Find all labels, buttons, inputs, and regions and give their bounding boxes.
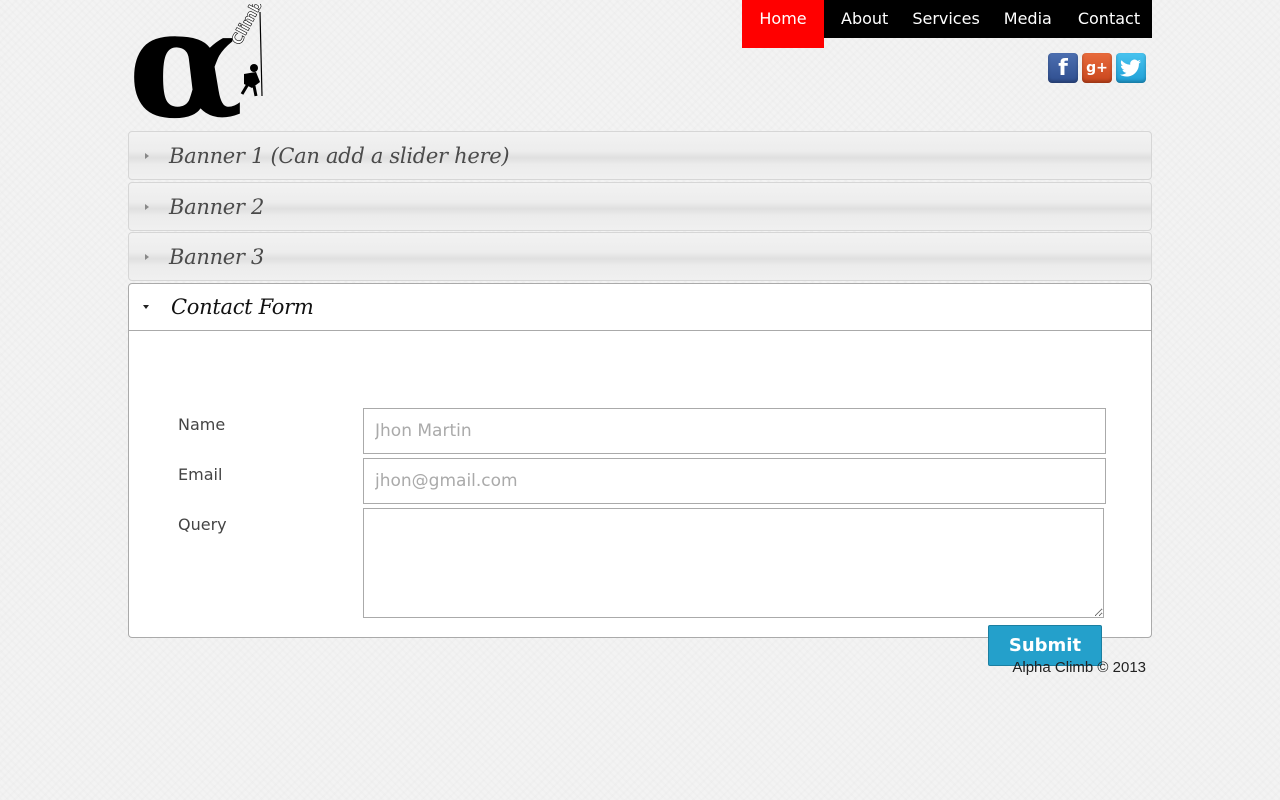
twitter-bird-icon: [1120, 59, 1141, 77]
accordion-title: Banner 2: [169, 194, 265, 219]
accordion-title: Contact Form: [171, 295, 314, 319]
accordion-header-banner-2[interactable]: Banner 2: [128, 182, 1152, 231]
twitter-icon[interactable]: [1116, 53, 1146, 83]
accordion-header-banner-3[interactable]: Banner 3: [128, 232, 1152, 281]
nav-about[interactable]: About: [841, 0, 888, 38]
query-textarea[interactable]: [363, 508, 1104, 618]
svg-text:α: α: [132, 4, 243, 126]
name-label: Name: [178, 415, 226, 434]
google-plus-icon[interactable]: g+: [1082, 53, 1112, 83]
accordion-banner-3: Banner 3: [128, 232, 1152, 281]
alpha-climb-logo[interactable]: α Climb: [128, 0, 272, 152]
accordion-banner-2: Banner 2: [128, 182, 1152, 231]
contact-form-panel: Name Email Query Submit: [128, 331, 1152, 666]
nav-home[interactable]: Home: [742, 0, 824, 48]
accordion-header-banner-1[interactable]: Banner 1 (Can add a slider here): [128, 131, 1152, 180]
caret-right-icon: [145, 253, 149, 260]
name-input[interactable]: [363, 408, 1106, 454]
accordion-banner-1: Banner 1 (Can add a slider here): [128, 131, 1152, 180]
accordion-title: Banner 1 (Can add a slider here): [169, 143, 510, 168]
accordion-contact-form: Contact Form Name Email Query Submit: [128, 283, 1152, 666]
nav-media[interactable]: Media: [1004, 0, 1052, 38]
query-label: Query: [178, 515, 227, 534]
top-navigation: Home About Services Media Contact: [742, 0, 1152, 48]
facebook-icon[interactable]: f: [1048, 53, 1078, 83]
email-label: Email: [178, 465, 223, 484]
caret-down-icon: [143, 305, 149, 309]
accordion-title: Banner 3: [169, 244, 265, 269]
caret-right-icon: [145, 203, 149, 210]
accordion-header-contact-form[interactable]: Contact Form: [128, 283, 1152, 331]
logo-graphic: α Climb: [128, 0, 266, 152]
social-links: f g+: [1048, 53, 1146, 83]
caret-right-icon: [145, 152, 149, 159]
nav-contact[interactable]: Contact: [1078, 0, 1140, 38]
nav-services[interactable]: Services: [912, 0, 979, 38]
footer-copyright: Alpha Climb © 2013: [1012, 659, 1146, 676]
email-input[interactable]: [363, 458, 1106, 504]
